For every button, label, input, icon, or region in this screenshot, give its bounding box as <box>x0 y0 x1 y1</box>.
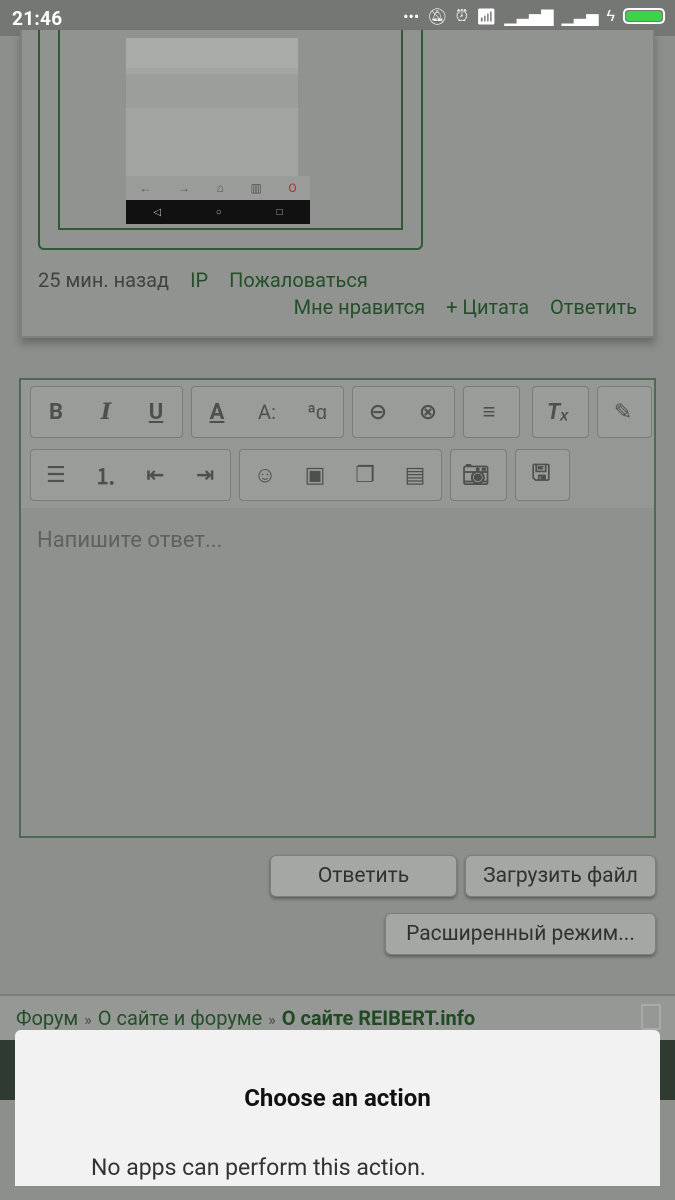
breadcrumb-section[interactable]: О сайте и форуме <box>98 1006 262 1030</box>
alarm-icon: ⏰︎ <box>455 6 469 25</box>
signal-icon: ▁▃▅▇ <box>504 6 554 26</box>
camera-icon: 📷︎ <box>462 462 490 488</box>
breadcrumb-separator: » <box>268 1010 276 1029</box>
nav-recent-icon: □ <box>276 206 283 218</box>
forum-post: ← → ⌂ ▥ O ◁ ○ □ 25 мин. назад IP Пожалов… <box>20 30 655 338</box>
submit-reply-button[interactable]: Ответить <box>270 855 457 897</box>
reply-placeholder: Напишите ответ... <box>37 528 223 553</box>
link-button[interactable]: ⊖ <box>353 387 403 437</box>
font-size-button[interactable]: A: <box>242 387 292 437</box>
quote-link[interactable]: + Цитата <box>446 295 529 319</box>
outdent-button[interactable]: ⇤ <box>131 450 181 500</box>
screenshot-system-nav: ◁ ○ □ <box>126 200 310 224</box>
bold-button[interactable]: B <box>31 387 81 437</box>
home-icon: ⌂ <box>216 181 224 195</box>
post-time: 25 мин. назад <box>38 268 170 292</box>
camera-button[interactable]: 📷︎ <box>451 450 501 500</box>
font-group: A A: ªɑ <box>191 386 344 438</box>
draft-group: ✎ <box>597 386 652 438</box>
reply-link[interactable]: Ответить <box>550 295 637 319</box>
battery-icon <box>623 8 665 24</box>
camera-group: 📷︎ <box>450 449 507 501</box>
save-button[interactable]: 🖫 <box>516 450 566 500</box>
notification-muted-icon: 🔕︎ <box>427 6 448 26</box>
reply-textarea[interactable]: Напишите ответ... <box>21 508 654 836</box>
dialog-message: No apps can perform this action. <box>91 1154 426 1181</box>
draft-icon: ✎ <box>613 399 633 425</box>
attached-screenshot: ← → ⌂ ▥ O ◁ ○ □ <box>126 38 310 224</box>
numbered-list-icon: ⒈ <box>94 465 117 490</box>
bullet-list-icon: ☰ <box>46 462 66 488</box>
smiley-icon: ☺ <box>253 463 277 488</box>
image-icon: ▣ <box>304 462 326 488</box>
breadcrumb-current[interactable]: О сайте REIBERT.info <box>282 1006 475 1030</box>
draft-button[interactable]: ✎ <box>598 387 648 437</box>
ip-link[interactable]: IP <box>190 268 208 292</box>
opera-icon: O <box>288 181 297 195</box>
image-button[interactable]: ▣ <box>290 450 340 500</box>
charging-icon: ϟ <box>606 6 615 25</box>
like-link[interactable]: Мне нравится <box>294 295 425 319</box>
remove-format-group: Tₓ <box>532 386 589 438</box>
back-icon: ← <box>139 181 152 195</box>
font-family-button[interactable]: ªɑ <box>292 387 342 437</box>
underline-button[interactable]: U <box>131 387 181 437</box>
breadcrumb-forum[interactable]: Форум <box>16 1006 78 1030</box>
screenshot-toolbar <box>126 74 298 108</box>
remove-format-button[interactable]: Tₓ <box>533 387 583 437</box>
unlink-button[interactable]: ⊗ <box>403 387 453 437</box>
breadcrumb: Форум » О сайте и форуме » О сайте REIBERT.i… <box>16 1006 475 1030</box>
list-group: ☰ ⒈ ⇤ ⇥ <box>30 449 231 501</box>
screenshot-quote <box>126 38 298 68</box>
status-icons: ••• 🔕︎ ⏰︎ 📶︎ ▁▃▅▇ ▁▃▅ ϟ <box>403 6 665 26</box>
text-style-group: B I U <box>30 386 183 438</box>
outdent-icon: ⇤ <box>146 462 165 488</box>
status-time: 21:46 <box>12 7 63 30</box>
nav-back-icon: ◁ <box>153 206 162 218</box>
editor-toolbar: B I U A A: ªɑ ⊖ ⊗ ≡ Tₓ ✎ ☰ ⒈ ⇤ ⇥ ☺ ▣ ❐ ▤… <box>21 380 654 508</box>
dialog-title: Choose an action <box>244 1084 431 1112</box>
media-icon: ❐ <box>355 462 375 488</box>
upload-file-button[interactable]: Загрузить файл <box>465 855 656 897</box>
document-icon <box>641 1004 661 1030</box>
align-group: ≡ <box>463 386 520 438</box>
wifi-icon: 📶︎ <box>476 6 497 26</box>
breadcrumb-separator: » <box>84 1010 92 1029</box>
attached-image-frame[interactable]: ← → ⌂ ▥ O ◁ ○ □ <box>38 30 423 250</box>
signal-2-icon: ▁▃▅ <box>561 6 599 26</box>
more-notifications-icon: ••• <box>403 6 420 26</box>
italic-button[interactable]: I <box>81 387 131 437</box>
link-group: ⊖ ⊗ <box>352 386 455 438</box>
align-button[interactable]: ≡ <box>464 387 514 437</box>
font-color-button[interactable]: A <box>192 387 242 437</box>
tabs-icon: ▥ <box>250 181 262 195</box>
indent-button[interactable]: ⇥ <box>180 450 230 500</box>
code-button[interactable]: ▤ <box>390 450 440 500</box>
save-icon: 🖫 <box>531 461 551 486</box>
choose-action-dialog: Choose an action No apps can perform thi… <box>15 1030 660 1186</box>
indent-icon: ⇥ <box>195 462 215 488</box>
save-group: 🖫 <box>515 449 570 501</box>
report-link[interactable]: Пожаловаться <box>229 268 368 292</box>
forward-icon: → <box>177 181 190 195</box>
bullet-list-button[interactable]: ☰ <box>31 450 81 500</box>
insert-group: ☺ ▣ ❐ ▤ <box>239 449 442 501</box>
code-icon: ▤ <box>404 462 426 488</box>
post-meta: 25 мин. назад IP Пожаловаться <box>38 268 368 292</box>
nav-home-icon: ○ <box>215 206 222 218</box>
post-actions: Мне нравится + Цитата Ответить <box>278 295 637 319</box>
numbered-list-button[interactable]: ⒈ <box>81 450 131 500</box>
smiley-button[interactable]: ☺ <box>240 450 290 500</box>
media-button[interactable]: ❐ <box>340 450 390 500</box>
advanced-mode-button[interactable]: Расширенный режим... <box>385 913 656 955</box>
screenshot-browser-nav: ← → ⌂ ▥ O <box>126 176 310 200</box>
reply-editor: B I U A A: ªɑ ⊖ ⊗ ≡ Tₓ ✎ ☰ ⒈ ⇤ ⇥ ☺ ▣ ❐ ▤… <box>19 378 656 838</box>
